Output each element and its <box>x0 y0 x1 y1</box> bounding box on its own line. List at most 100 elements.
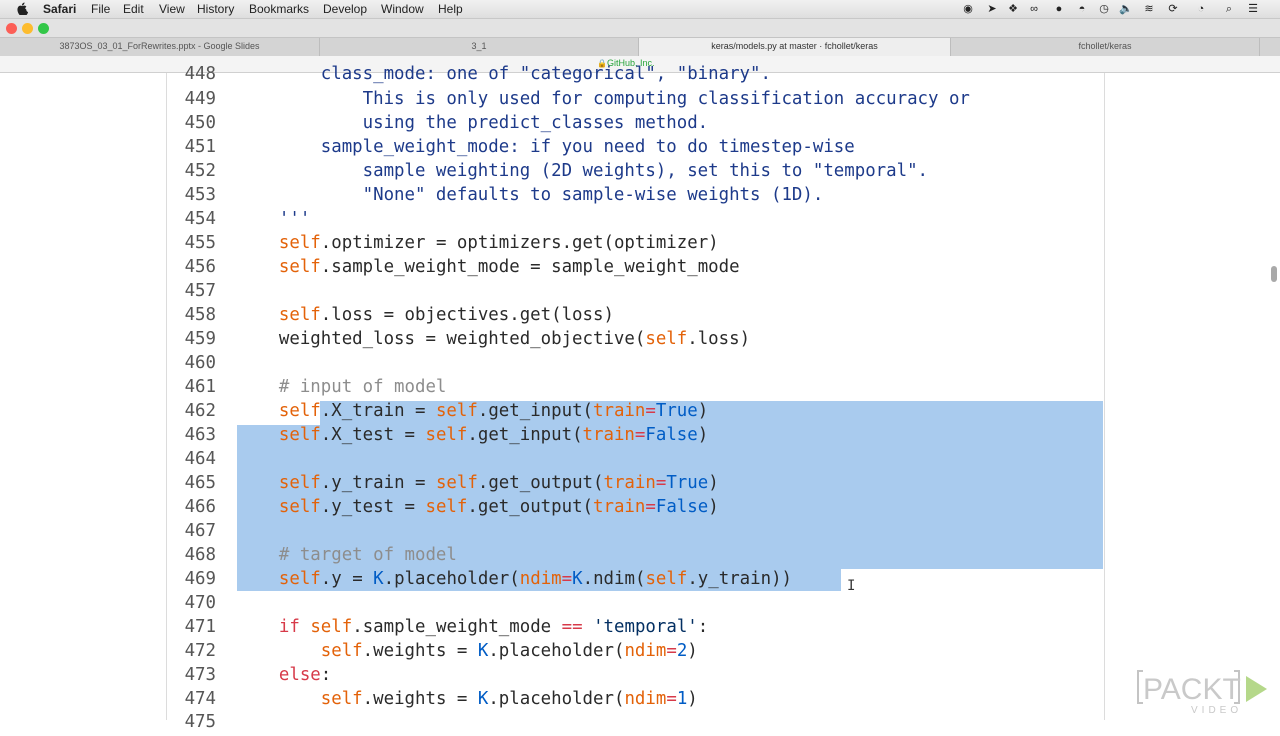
code-line: 462 self.X_train = self.get_input(train=… <box>0 401 1280 425</box>
line-number[interactable]: 464 <box>176 449 216 469</box>
code-text: "None" defaults to sample-wise weights (… <box>237 185 824 205</box>
code-token: train <box>582 425 635 445</box>
code-line: 463 self.X_test = self.get_input(train=F… <box>0 425 1280 449</box>
code-token: ndim <box>624 641 667 661</box>
code-token: .X_test = <box>320 425 426 445</box>
code-token: .get_output( <box>467 497 594 517</box>
code-token: .weights = <box>362 689 478 709</box>
line-number: 475 <box>184 712 216 732</box>
code-token: self <box>278 569 321 589</box>
code-line: 459 weighted_loss = weighted_objective(s… <box>0 329 1280 353</box>
code-token: train <box>593 401 646 421</box>
code-token: .y_test = <box>320 497 426 517</box>
code-token: self <box>645 569 688 589</box>
code-token: self <box>645 329 688 349</box>
line-number: 448 <box>184 64 216 84</box>
code-token: 'temporal' <box>593 617 698 637</box>
code-token: .placeholder( <box>488 689 625 709</box>
line-number[interactable]: 453 <box>176 185 216 205</box>
line-number[interactable]: 454 <box>176 209 216 229</box>
code-token: self <box>310 617 353 637</box>
line-number[interactable]: 474 <box>176 689 216 709</box>
line-number[interactable]: 461 <box>176 377 216 397</box>
line-number[interactable]: 458 <box>176 305 216 325</box>
line-number[interactable]: 471 <box>176 617 216 637</box>
code-token: self <box>435 401 478 421</box>
line-number[interactable]: 470 <box>176 593 216 613</box>
code-line: 457 <box>0 281 1280 305</box>
code-token: train <box>603 473 656 493</box>
code-token: : <box>320 665 332 685</box>
code-token: self <box>278 257 321 277</box>
code-line: 454 ''' <box>0 209 1280 233</box>
line-number[interactable]: 457 <box>176 281 216 301</box>
line-number[interactable]: 456 <box>176 257 216 277</box>
code-line: 455 self.optimizer = optimizers.get(opti… <box>0 233 1280 257</box>
code-token: ) <box>687 689 698 709</box>
line-number[interactable]: 473 <box>176 665 216 685</box>
code-token: .get_input( <box>477 401 594 421</box>
code-text: self.y_train = self.get_output(train=Tru… <box>237 473 719 493</box>
packt-subtitle: VIDEO <box>1191 705 1242 716</box>
code-token: True <box>655 401 698 421</box>
code-line: 472 self.weights = K.placeholder(ndim=2) <box>0 641 1280 665</box>
code-line: 470 <box>0 593 1280 617</box>
code-token: using the predict_classes method. <box>237 113 709 133</box>
line-number[interactable]: 451 <box>176 137 216 157</box>
code-line: 469 self.y = K.placeholder(ndim=K.ndim(s… <box>0 569 1280 593</box>
code-token: = <box>634 425 646 445</box>
code-text: self.sample_weight_mode = sample_weight_… <box>237 257 740 277</box>
code-token: .loss = objectives.get(loss) <box>320 305 614 325</box>
line-number[interactable]: 459 <box>176 329 216 349</box>
code-line: 464 <box>0 449 1280 473</box>
line-number[interactable]: 450 <box>176 113 216 133</box>
code-token: else <box>278 665 321 685</box>
code-text: # target of model <box>237 545 457 565</box>
code-line: 466 self.y_test = self.get_output(train=… <box>0 497 1280 521</box>
scrollbar-thumb[interactable] <box>1271 266 1277 282</box>
code-line: 453 "None" defaults to sample-wise weigh… <box>0 185 1280 209</box>
line-number[interactable]: 466 <box>176 497 216 517</box>
line-number[interactable]: 465 <box>176 473 216 493</box>
code-token: .optimizer = optimizers.get(optimizer) <box>320 233 719 253</box>
line-number[interactable]: 469 <box>176 569 216 589</box>
line-number[interactable]: 449 <box>176 89 216 109</box>
line-number[interactable]: 472 <box>176 641 216 661</box>
code-token: .get_input( <box>467 425 583 445</box>
code-token: self <box>278 305 321 325</box>
line-number[interactable]: 463 <box>176 425 216 445</box>
line-number[interactable]: 460 <box>176 353 216 373</box>
code-token: self <box>278 233 321 253</box>
code-token: False <box>655 497 709 517</box>
line-number[interactable]: 452 <box>176 161 216 181</box>
code-token: self <box>425 497 468 517</box>
text-cursor-icon: I <box>847 578 856 594</box>
line-number[interactable]: 468 <box>176 545 216 565</box>
code-line: 456 self.sample_weight_mode = sample_wei… <box>0 257 1280 281</box>
code-text: ''' <box>237 209 310 229</box>
code-token: 1 <box>676 689 688 709</box>
code-text: self.weights = K.placeholder(ndim=1) <box>237 689 698 709</box>
line-number[interactable]: 467 <box>176 521 216 541</box>
line-number[interactable]: 455 <box>176 233 216 253</box>
code-token: "None" defaults to sample-wise weights (… <box>237 185 824 205</box>
code-token: This is only used for computing classifi… <box>237 89 970 109</box>
code-line: 458 self.loss = objectives.get(loss) <box>0 305 1280 329</box>
code-token: self <box>278 473 321 493</box>
code-token: K <box>572 569 583 589</box>
line-number[interactable]: 462 <box>176 401 216 421</box>
code-token: # input of model <box>237 377 447 397</box>
code-token: self <box>320 689 363 709</box>
code-token: ) <box>697 401 709 421</box>
code-token: .X_train = <box>320 401 436 421</box>
code-text: weighted_loss = weighted_objective(self.… <box>237 329 750 349</box>
